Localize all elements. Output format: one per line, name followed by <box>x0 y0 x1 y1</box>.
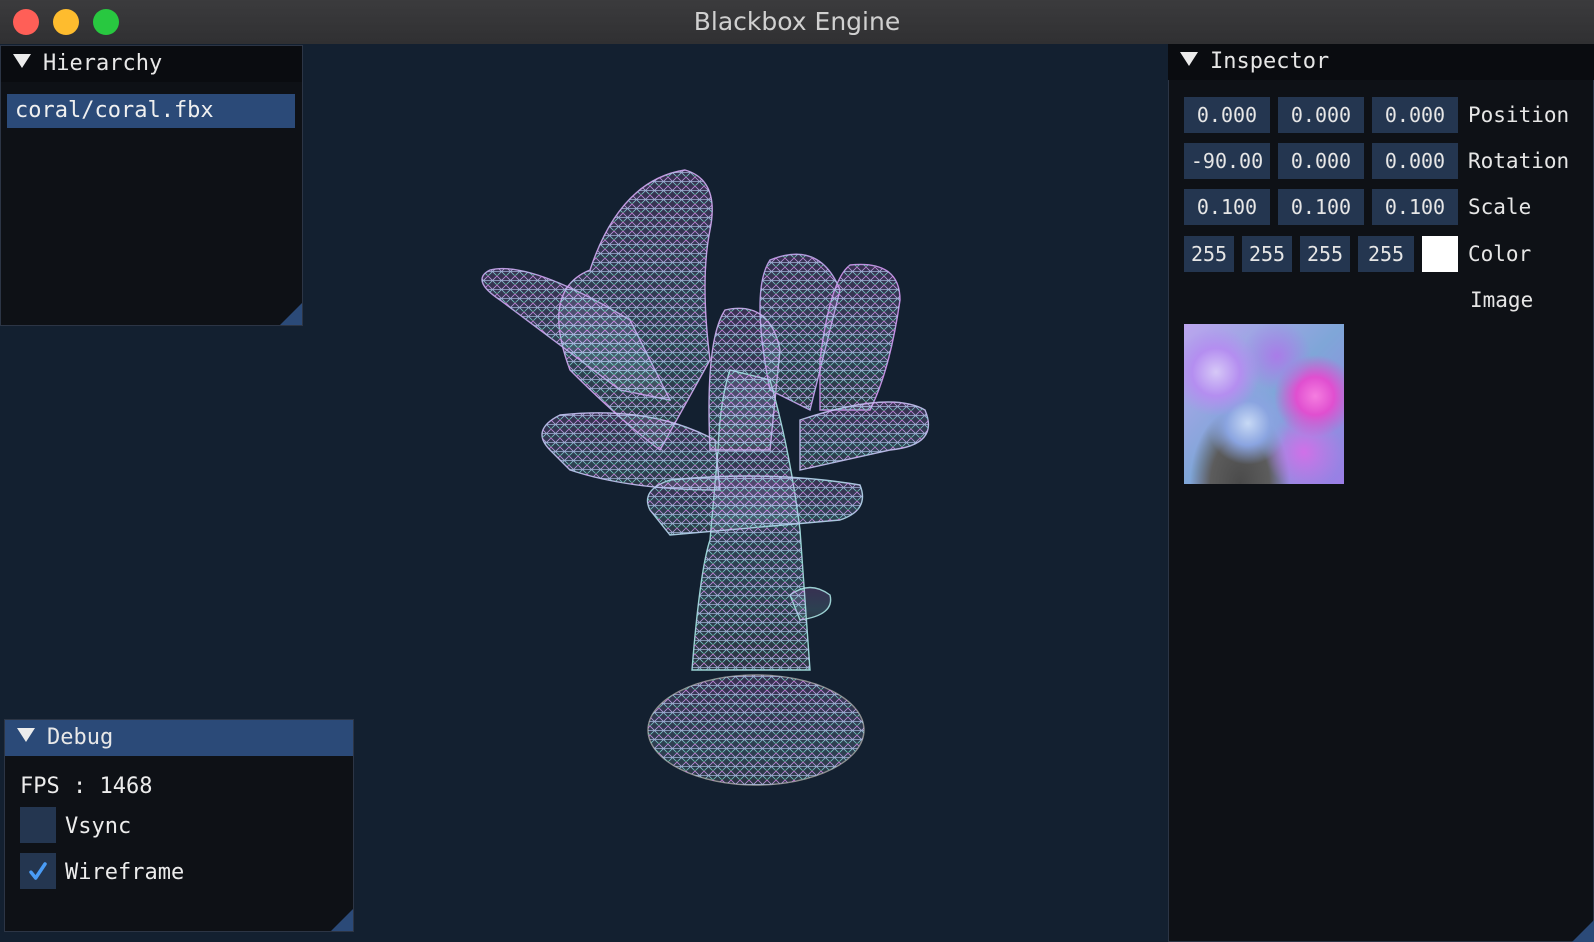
hierarchy-item-coral[interactable]: coral/coral.fbx <box>7 94 295 128</box>
color-swatch[interactable] <box>1422 236 1458 272</box>
rotation-label: Rotation <box>1468 149 1570 173</box>
checkmark-icon <box>29 862 47 880</box>
debug-panel: Debug <box>4 719 354 932</box>
resize-grip-icon[interactable] <box>331 909 353 931</box>
vsync-label: Vsync <box>65 814 132 839</box>
scale-label: Scale <box>1468 195 1532 219</box>
fps-readout: FPS : 1468 <box>20 774 153 799</box>
rotation-x-field[interactable]: -90.00 <box>1184 143 1270 179</box>
position-y-field[interactable]: 0.000 <box>1278 97 1364 133</box>
position-x-field[interactable]: 0.000 <box>1184 97 1270 133</box>
scale-y-field[interactable]: 0.100 <box>1278 189 1364 225</box>
rotation-z-field[interactable]: 0.000 <box>1372 143 1458 179</box>
window-title: Blackbox Engine <box>693 7 901 36</box>
debug-header[interactable]: Debug <box>5 720 353 756</box>
rotation-y-field[interactable]: 0.000 <box>1278 143 1364 179</box>
scale-x-field[interactable]: 0.100 <box>1184 189 1270 225</box>
wireframe-label: Wireframe <box>65 860 185 885</box>
image-label: Image <box>1470 288 1534 312</box>
color-a-field[interactable]: 255 <box>1358 236 1414 272</box>
inspector-header[interactable]: Inspector <box>1168 44 1594 80</box>
texture-preview-image[interactable] <box>1184 324 1344 484</box>
position-label: Position <box>1468 103 1570 127</box>
vsync-checkbox[interactable] <box>20 807 56 843</box>
position-z-field[interactable]: 0.000 <box>1372 97 1458 133</box>
color-label: Color <box>1468 242 1532 266</box>
triangle-down-icon[interactable] <box>17 728 35 742</box>
color-g-field[interactable]: 255 <box>1242 236 1292 272</box>
wireframe-checkbox[interactable] <box>20 853 56 889</box>
coral-wireframe-model[interactable] <box>470 150 950 800</box>
hierarchy-title: Hierarchy <box>43 51 163 76</box>
triangle-down-icon[interactable] <box>1180 52 1198 66</box>
window-titlebar: Blackbox Engine <box>0 0 1594 45</box>
color-r-field[interactable]: 255 <box>1184 236 1234 272</box>
hierarchy-panel: Hierarchy coral/coral.fbx <box>0 45 303 326</box>
scale-z-field[interactable]: 0.100 <box>1372 189 1458 225</box>
inspector-title: Inspector <box>1210 49 1330 74</box>
debug-title: Debug <box>47 725 114 750</box>
hierarchy-header[interactable]: Hierarchy <box>1 46 302 82</box>
triangle-down-icon[interactable] <box>13 54 31 68</box>
color-b-field[interactable]: 255 <box>1300 236 1350 272</box>
resize-grip-icon[interactable] <box>280 303 302 325</box>
resize-grip-icon[interactable] <box>1572 920 1594 942</box>
